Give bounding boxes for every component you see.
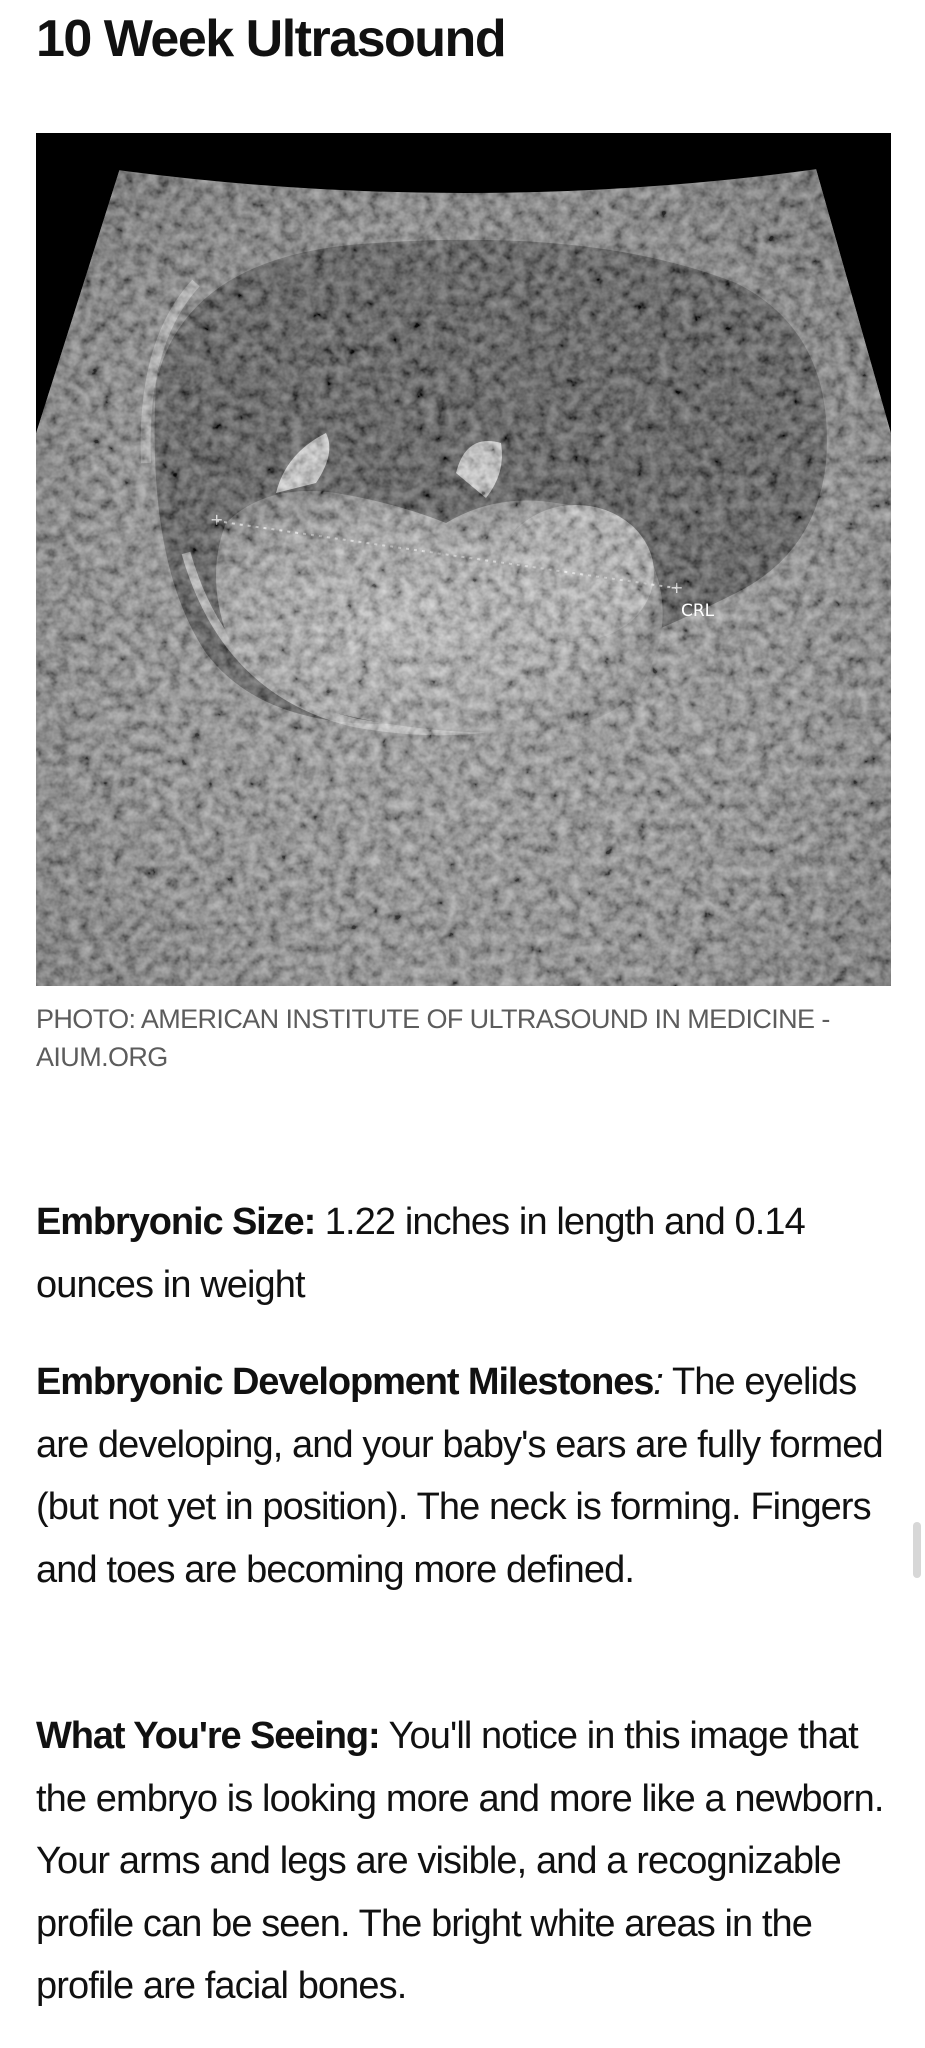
scrollbar-thumb[interactable] — [913, 1522, 921, 1578]
crl-label: CRL — [681, 601, 715, 621]
development-milestones-paragraph: Embryonic Development Milestones: The ey… — [36, 1351, 891, 1601]
ultrasound-image: + + CRL — [36, 133, 891, 986]
what-youre-seeing-text: You'll notice in this image that the emb… — [36, 1715, 884, 2007]
what-youre-seeing-paragraph: What You're Seeing: You'll notice in thi… — [36, 1705, 891, 2018]
article-title: 10 Week Ultrasound — [36, 10, 507, 68]
ultrasound-scan-graphic: + + CRL — [36, 133, 891, 986]
photo-credit-caption: PHOTO: AMERICAN INSTITUTE OF ULTRASOUND … — [36, 1004, 830, 1072]
embryonic-size-paragraph: Embryonic Size: 1.22 inches in length an… — [36, 1191, 891, 1316]
what-youre-seeing-label: What You're Seeing: — [36, 1715, 381, 1757]
development-milestones-label: Embryonic Development Milestones — [36, 1361, 654, 1403]
embryonic-size-label: Embryonic Size: — [36, 1201, 316, 1243]
development-milestones-colon: : — [653, 1361, 664, 1403]
